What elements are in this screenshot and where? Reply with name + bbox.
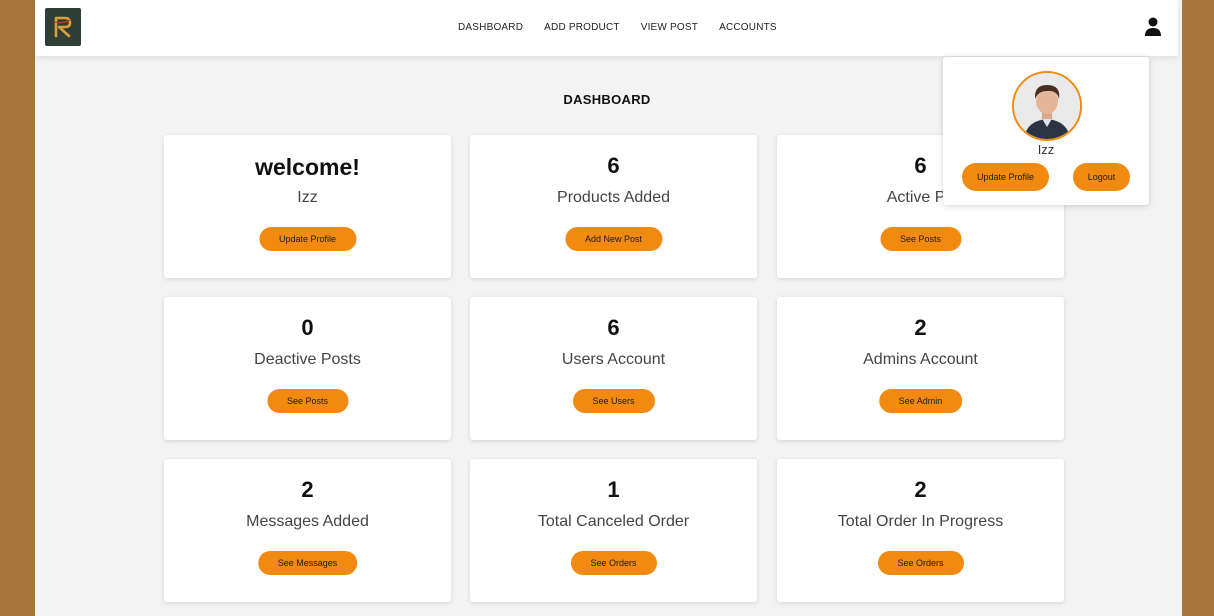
update-profile-button[interactable]: Update Profile — [258, 227, 357, 251]
card-value: 0 — [301, 315, 314, 340]
card-value: 2 — [301, 477, 314, 502]
top-navbar: DASHBOARD ADD PRODUCT VIEW POST ACCOUNTS — [35, 0, 1178, 56]
nav-accounts[interactable]: ACCOUNTS — [719, 22, 777, 33]
card-value: 2 — [914, 315, 927, 340]
messages-added-card: 2 Messages Added See Messages — [164, 459, 451, 602]
canceled-order-card: 1 Total Canceled Order See Orders — [470, 459, 757, 602]
brand-logo-icon[interactable] — [45, 8, 81, 46]
profile-popup: Izz Update Profile Logout — [943, 57, 1149, 205]
card-value: 6 — [607, 153, 620, 178]
card-label: Total Canceled Order — [537, 513, 690, 530]
admins-account-card: 2 Admins Account See Admin — [777, 297, 1064, 440]
card-label: Deactive Posts — [254, 351, 361, 368]
deactive-posts-card: 0 Deactive Posts See Posts — [164, 297, 451, 440]
order-in-progress-card: 2 Total Order In Progress See Orders — [777, 459, 1064, 602]
welcome-card: welcome! Izz Update Profile — [164, 135, 451, 278]
card-value: 6 — [607, 315, 620, 340]
see-admin-button[interactable]: See Admin — [878, 389, 963, 413]
add-new-post-button[interactable]: Add New Post — [564, 227, 663, 251]
see-deactive-posts-button[interactable]: See Posts — [266, 389, 349, 413]
users-account-card: 6 Users Account See Users — [470, 297, 757, 440]
card-value: 1 — [607, 477, 620, 502]
see-users-button[interactable]: See Users — [572, 389, 655, 413]
nav-dashboard[interactable]: DASHBOARD — [458, 22, 523, 33]
see-progress-orders-button[interactable]: See Orders — [877, 551, 964, 575]
see-active-posts-button[interactable]: See Posts — [879, 227, 962, 251]
card-label: Admins Account — [863, 351, 978, 368]
card-label: Messages Added — [246, 513, 369, 530]
card-label: Izz — [297, 189, 318, 206]
logout-button[interactable]: Logout — [1073, 163, 1130, 191]
popup-update-profile-button[interactable]: Update Profile — [962, 163, 1049, 191]
see-canceled-orders-button[interactable]: See Orders — [570, 551, 657, 575]
card-label: Products Added — [557, 189, 670, 206]
card-label: Total Order In Progress — [837, 513, 1004, 530]
profile-name: Izz — [1037, 142, 1055, 157]
nav-add-product[interactable]: ADD PRODUCT — [544, 22, 620, 33]
avatar — [1012, 71, 1082, 141]
card-value: welcome! — [255, 154, 360, 180]
nav-view-post[interactable]: VIEW POST — [641, 22, 698, 33]
see-messages-button[interactable]: See Messages — [257, 551, 358, 575]
card-value: 2 — [914, 477, 927, 502]
user-icon[interactable] — [1143, 16, 1163, 38]
nav-links: DASHBOARD ADD PRODUCT VIEW POST ACCOUNTS — [458, 22, 777, 33]
products-added-card: 6 Products Added Add New Post — [470, 135, 757, 278]
card-label: Users Account — [561, 351, 666, 368]
